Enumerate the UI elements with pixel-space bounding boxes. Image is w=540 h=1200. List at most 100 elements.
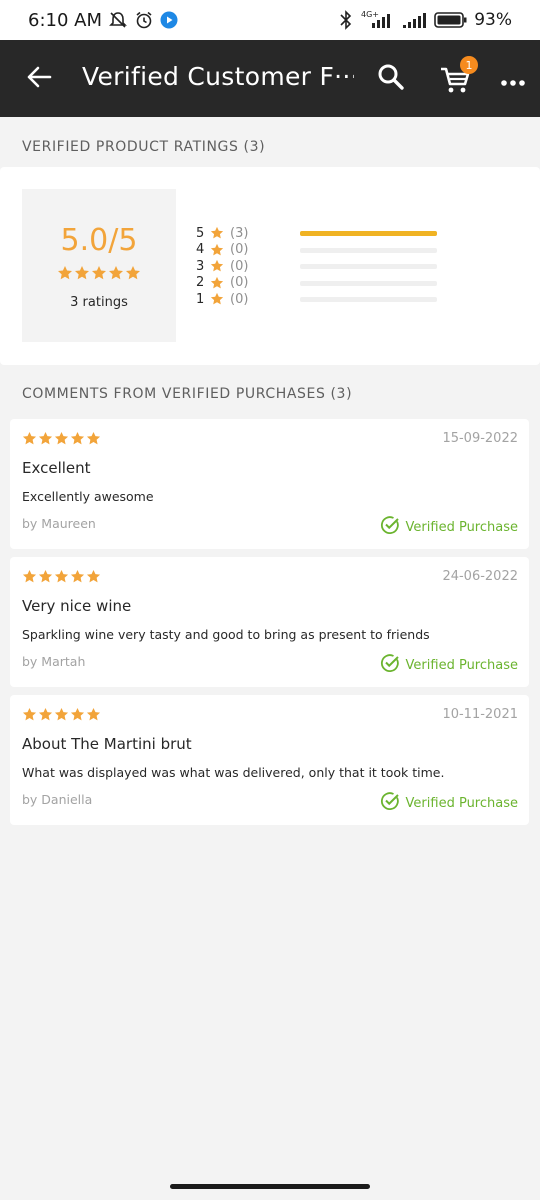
- back-button[interactable]: [22, 62, 56, 96]
- battery-percent: 93%: [474, 10, 512, 30]
- star-icon: [210, 226, 224, 239]
- app-toolbar: Verified Customer F··· 1: [0, 40, 540, 117]
- star-icon: [210, 243, 224, 255]
- review-star-row: [22, 431, 102, 450]
- star-icon: [210, 259, 224, 272]
- verified-check-icon: [380, 791, 400, 815]
- rating-level: 1: [196, 291, 205, 307]
- rating-level-bar: [300, 264, 437, 269]
- rating-distribution-row: 4 (0): [196, 242, 456, 258]
- review-body: What was displayed was what was delivere…: [22, 765, 445, 780]
- verified-label: Verified Purchase: [405, 519, 518, 535]
- review-card: 10-11-2021 About The Martini brut What w…: [10, 695, 529, 825]
- rating-level-count: (0): [230, 258, 249, 274]
- rating-distribution-row: 2 (0): [196, 275, 456, 291]
- comments-section-header: COMMENTS FROM VERIFIED PURCHASES (3): [22, 386, 353, 402]
- rating-level-count: (3): [230, 225, 249, 241]
- review-star-row: [22, 707, 102, 726]
- more-dots-icon: [501, 72, 525, 91]
- rating-level: 2: [196, 275, 205, 290]
- star-icon: [125, 266, 140, 280]
- star-icon: [38, 707, 53, 721]
- alarm-icon: [134, 10, 154, 30]
- average-star-row: [22, 265, 176, 285]
- rating-level-bar: [300, 231, 437, 236]
- ratings-section-header: VERIFIED PRODUCT RATINGS (3): [22, 139, 266, 155]
- review-date: 15-09-2022: [442, 431, 518, 446]
- rating-level: 3: [196, 258, 205, 274]
- star-icon: [70, 569, 85, 583]
- review-title: About The Martini brut: [22, 735, 192, 753]
- rating-level-bar: [300, 297, 437, 302]
- review-date: 10-11-2021: [442, 707, 518, 722]
- verified-purchase-badge: Verified Purchase: [380, 653, 518, 677]
- review-author: by Martah: [22, 654, 86, 669]
- status-time: 6:10 AM: [28, 9, 102, 31]
- network-label: 4G+: [361, 10, 379, 19]
- star-icon: [210, 276, 224, 288]
- review-body: Excellently awesome: [22, 489, 154, 504]
- rating-level-count: (0): [230, 291, 249, 307]
- review-author: by Maureen: [22, 516, 96, 531]
- star-icon: [86, 707, 101, 721]
- review-title: Very nice wine: [22, 597, 132, 615]
- signal-4g-icon: 4G+: [360, 9, 396, 31]
- verified-label: Verified Purchase: [405, 795, 518, 811]
- gesture-navigation-bar[interactable]: [170, 1184, 370, 1189]
- arrow-left-icon: [26, 64, 52, 94]
- ratings-summary-card: 5.0/5 3 ratings 5 (3) 4 (0) 3 (0) 2 (0) 1 (0): [0, 167, 540, 365]
- play-store-icon: [160, 11, 178, 29]
- verified-purchase-badge: Verified Purchase: [380, 515, 518, 539]
- star-icon-wrapper: [210, 276, 228, 290]
- star-icon: [54, 707, 69, 721]
- review-body: Sparkling wine very tasty and good to br…: [22, 627, 430, 642]
- page-title: Verified Customer F···: [82, 62, 354, 91]
- verified-check-icon: [380, 515, 400, 539]
- star-icon: [54, 569, 69, 583]
- star-icon: [38, 569, 53, 583]
- rating-level: 5: [196, 225, 205, 241]
- rating-level: 4: [196, 242, 205, 257]
- rating-distribution-row: 1 (0): [196, 291, 456, 307]
- more-options-button[interactable]: [498, 66, 528, 96]
- review-title: Excellent: [22, 459, 91, 477]
- star-icon: [74, 266, 89, 280]
- rating-level-bar: [300, 247, 437, 253]
- rating-level-count: (0): [230, 275, 249, 290]
- star-icon: [108, 266, 123, 280]
- star-icon: [86, 569, 101, 583]
- star-icon-wrapper: [210, 226, 228, 240]
- star-icon: [70, 707, 85, 721]
- cart-count-badge: 1: [460, 56, 478, 74]
- star-icon: [210, 292, 224, 305]
- battery-icon: [434, 11, 468, 29]
- status-bar: 6:10 AM 4G+ 93%: [0, 0, 540, 40]
- star-icon: [22, 431, 37, 445]
- star-icon-wrapper: [210, 292, 228, 306]
- search-button[interactable]: [374, 62, 408, 96]
- bluetooth-icon: [338, 9, 354, 31]
- status-right: 4G+ 93%: [338, 0, 512, 40]
- verified-purchase-badge: Verified Purchase: [380, 791, 518, 815]
- rating-level-count: (0): [230, 242, 249, 257]
- average-rating: 5.0/5: [60, 223, 138, 258]
- review-card: 24-06-2022 Very nice wine Sparkling wine…: [10, 557, 529, 687]
- star-icon: [70, 431, 85, 445]
- status-left: 6:10 AM: [28, 0, 178, 40]
- mute-bell-icon: [108, 10, 128, 30]
- star-icon: [86, 431, 101, 445]
- verified-label: Verified Purchase: [405, 657, 518, 673]
- star-icon: [57, 266, 72, 280]
- rating-level-bar-fill: [300, 231, 437, 236]
- star-icon: [38, 431, 53, 445]
- star-icon: [22, 569, 37, 583]
- ratings-count: 3 ratings: [70, 295, 128, 310]
- signal-icon: [402, 9, 428, 31]
- cart-button[interactable]: 1: [438, 56, 478, 96]
- review-star-row: [22, 569, 102, 588]
- review-card: 15-09-2022 Excellent Excellently awesome…: [10, 419, 529, 549]
- average-score-box: 5.0/5 3 ratings: [22, 189, 176, 342]
- rating-distribution-row: 5 (3): [196, 225, 456, 241]
- review-author: by Daniella: [22, 792, 93, 807]
- rating-distribution-row: 3 (0): [196, 258, 456, 274]
